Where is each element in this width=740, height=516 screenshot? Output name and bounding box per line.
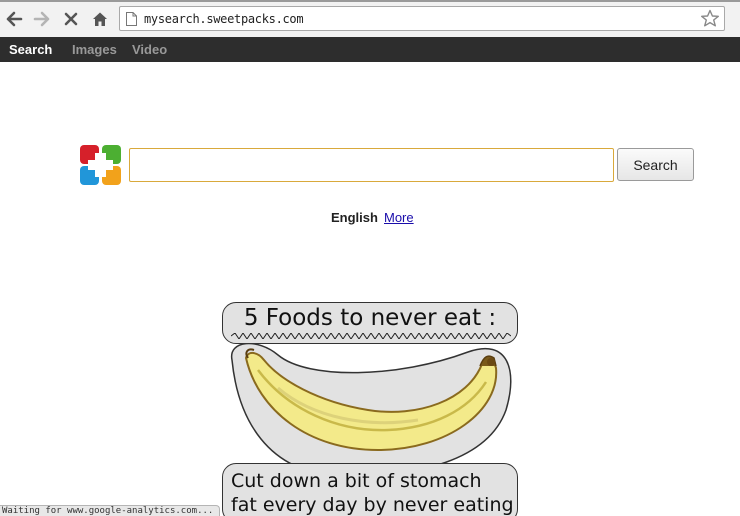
browser-window: mysearch.sweetpacks.com Search Images Vi…: [0, 0, 740, 516]
url-text: mysearch.sweetpacks.com: [144, 12, 304, 26]
ad-title: 5 Foods to never eat :: [243, 305, 497, 331]
status-bubble: Waiting for www.google-analytics.com...: [0, 505, 221, 516]
language-more-link[interactable]: More: [384, 210, 414, 225]
zigzag-decoration: [231, 333, 511, 339]
top-nav-bar: Search Images Video: [0, 37, 740, 62]
nav-item-video[interactable]: Video: [132, 42, 167, 57]
search-input[interactable]: [129, 148, 614, 182]
stop-button[interactable]: [60, 8, 82, 30]
language-current: English: [331, 210, 378, 225]
search-button[interactable]: Search: [617, 148, 694, 181]
forward-button[interactable]: [31, 8, 53, 30]
nav-item-search[interactable]: Search: [9, 42, 52, 57]
home-icon: [93, 12, 107, 26]
ad-text-line-1: Cut down a bit of stomach: [231, 470, 482, 492]
sweetpacks-logo: [80, 145, 121, 185]
address-bar[interactable]: mysearch.sweetpacks.com: [119, 6, 725, 31]
forward-arrow-icon: [33, 11, 50, 27]
nav-item-images[interactable]: Images: [72, 42, 117, 57]
browser-toolbar: mysearch.sweetpacks.com: [0, 0, 740, 37]
back-arrow-icon: [6, 11, 23, 27]
page-icon: [126, 12, 137, 26]
close-x-icon: [64, 12, 78, 26]
home-button[interactable]: [89, 8, 111, 30]
back-button[interactable]: [3, 8, 25, 30]
ad-title-bubble: 5 Foods to never eat :: [222, 302, 518, 344]
tab-strip-edge: [0, 0, 740, 2]
ad-text-line-2: fat every day by never eating: [231, 494, 514, 516]
ad-text-bubble: Cut down a bit of stomach fat every day …: [222, 463, 518, 516]
bookmark-star-icon[interactable]: [700, 9, 720, 28]
